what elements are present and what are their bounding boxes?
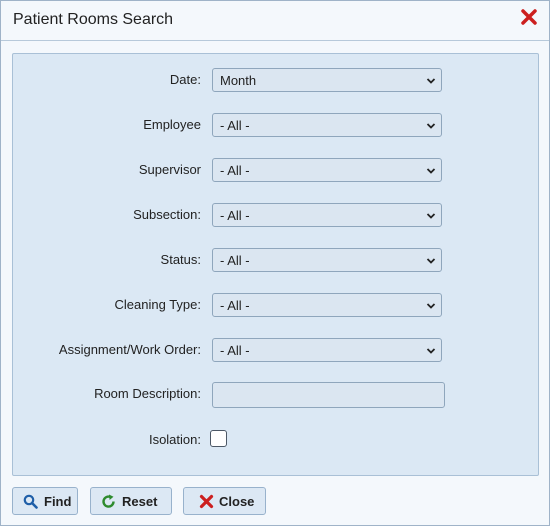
chevron-down-icon bbox=[426, 258, 436, 264]
subsection-row: Subsection: - All - bbox=[13, 203, 538, 229]
close-button[interactable]: Close bbox=[183, 487, 266, 515]
date-row: Date: Month bbox=[13, 68, 538, 94]
chevron-down-icon bbox=[426, 303, 436, 309]
room-description-row: Room Description: bbox=[13, 382, 538, 408]
supervisor-select[interactable]: - All - bbox=[212, 158, 442, 182]
dialog-title: Patient Rooms Search bbox=[13, 11, 174, 28]
cleaning-type-label: Cleaning Type: bbox=[114, 297, 202, 312]
patient-rooms-search-dialog: Patient Rooms Search Date: Month Employe… bbox=[0, 0, 550, 526]
status-label: Status: bbox=[160, 252, 201, 267]
search-form-panel: Date: Month Employee - All - Supervisor … bbox=[12, 53, 539, 476]
date-select-value: Month bbox=[220, 73, 257, 88]
subsection-label: Subsection: bbox=[133, 207, 201, 222]
supervisor-label: Supervisor bbox=[138, 162, 201, 177]
chevron-down-icon bbox=[426, 168, 436, 174]
employee-label: Employee bbox=[143, 117, 201, 132]
find-button-label: Find bbox=[44, 494, 72, 509]
status-select[interactable]: - All - bbox=[212, 248, 442, 272]
date-select[interactable]: Month bbox=[212, 68, 442, 92]
refresh-icon bbox=[102, 494, 115, 508]
isolation-row: Isolation: bbox=[13, 428, 538, 454]
subsection-select-value: - All - bbox=[220, 208, 250, 223]
employee-row: Employee - All - bbox=[13, 113, 538, 139]
cleaning-type-row: Cleaning Type: - All - bbox=[13, 293, 538, 319]
close-icon[interactable] bbox=[519, 7, 539, 27]
chevron-down-icon bbox=[426, 78, 436, 84]
employee-select[interactable]: - All - bbox=[212, 113, 442, 137]
chevron-down-icon bbox=[426, 213, 436, 219]
chevron-down-icon bbox=[426, 348, 436, 354]
assignment-select-value: - All - bbox=[220, 343, 250, 358]
date-label: Date: bbox=[169, 72, 201, 87]
status-select-value: - All - bbox=[220, 253, 250, 268]
assignment-label: Assignment/Work Order: bbox=[58, 342, 201, 357]
reset-button[interactable]: Reset bbox=[90, 487, 172, 515]
employee-select-value: - All - bbox=[220, 118, 250, 133]
cleaning-type-select-value: - All - bbox=[220, 298, 250, 313]
dialog-titlebar: Patient Rooms Search bbox=[1, 1, 549, 41]
subsection-select[interactable]: - All - bbox=[212, 203, 442, 227]
reset-button-label: Reset bbox=[122, 494, 158, 509]
find-button[interactable]: Find bbox=[12, 487, 78, 515]
x-icon bbox=[199, 494, 214, 509]
chevron-down-icon bbox=[426, 123, 436, 129]
assignment-select[interactable]: - All - bbox=[212, 338, 442, 362]
close-button-label: Close bbox=[219, 494, 255, 509]
room-description-input[interactable] bbox=[212, 382, 445, 408]
status-row: Status: - All - bbox=[13, 248, 538, 274]
isolation-checkbox[interactable] bbox=[210, 430, 227, 447]
isolation-label: Isolation: bbox=[148, 432, 201, 447]
supervisor-row: Supervisor - All - bbox=[13, 158, 538, 184]
assignment-row: Assignment/Work Order: - All - bbox=[13, 338, 538, 364]
search-icon bbox=[23, 494, 38, 509]
cleaning-type-select[interactable]: - All - bbox=[212, 293, 442, 317]
room-description-label: Room Description: bbox=[94, 386, 201, 401]
supervisor-select-value: - All - bbox=[220, 163, 250, 178]
